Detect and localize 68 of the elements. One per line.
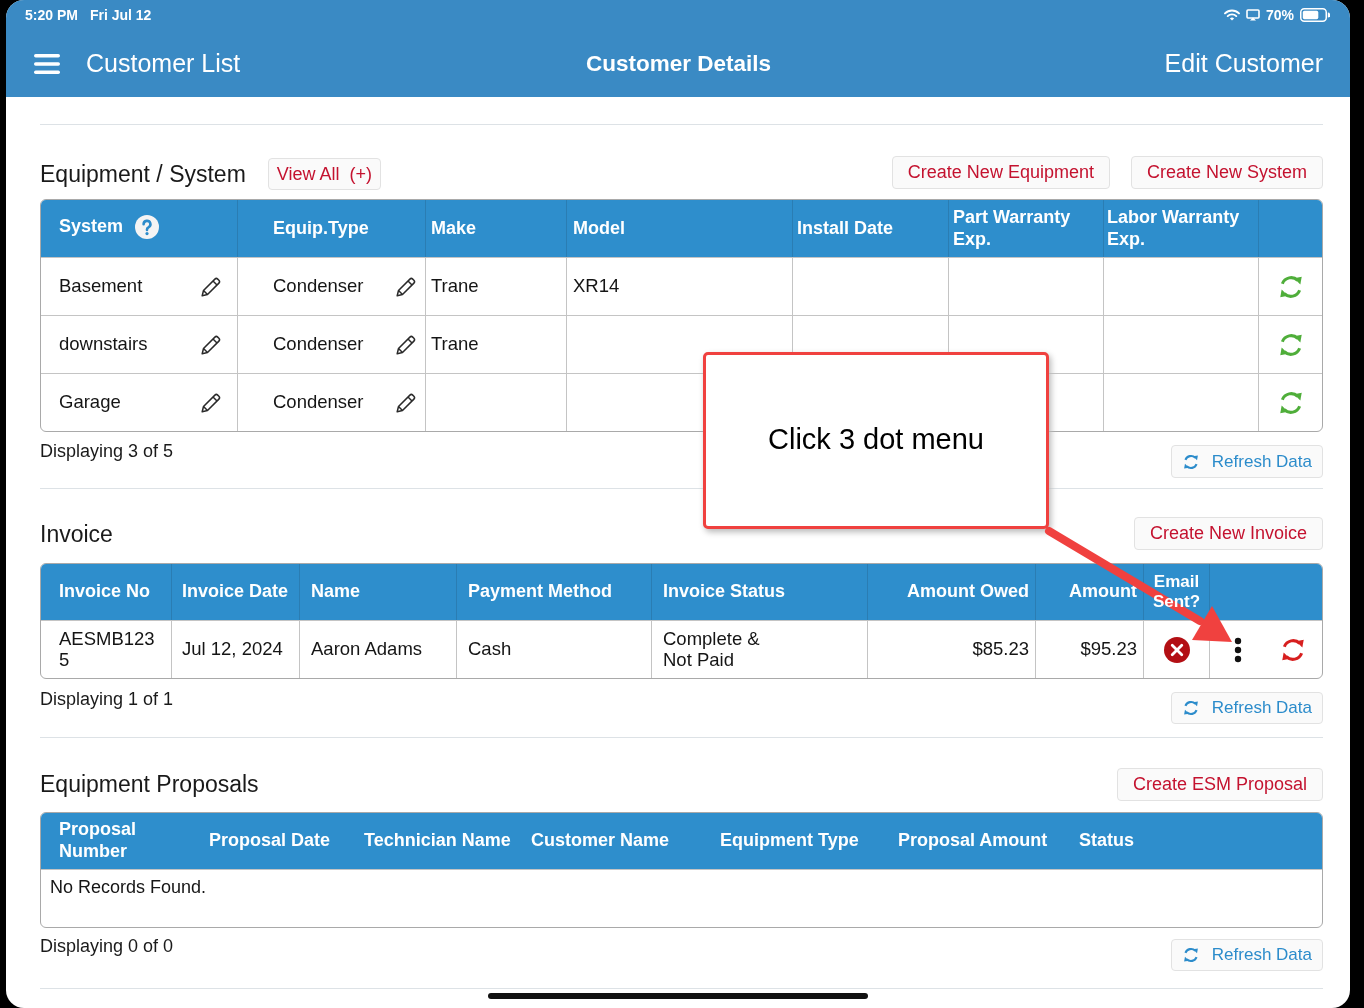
status-time: 5:20 PM	[25, 7, 78, 23]
column-header: Invoice No	[59, 581, 151, 603]
record-count: Displaying 0 of 0	[40, 936, 174, 957]
table-cell: Condenser	[273, 276, 364, 297]
table-cell-text: AESMB1235	[59, 628, 156, 671]
table-cell: Basement	[59, 276, 143, 297]
table-cell: Condenser	[273, 334, 364, 355]
table-cell: Garage	[59, 392, 121, 413]
table-cell: $95.23	[1080, 639, 1137, 660]
menu-icon[interactable]	[34, 53, 60, 74]
create-button[interactable]: Create ESM Proposal	[1116, 768, 1323, 801]
table-cell: $85.23	[972, 639, 1029, 660]
vertical-dots-icon[interactable]	[1234, 636, 1242, 663]
sync-icon	[1181, 699, 1200, 717]
table-cell: Aaron Adams	[311, 639, 423, 660]
help-icon[interactable]	[135, 214, 160, 239]
table-cell: Cash	[468, 639, 512, 660]
record-count: Displaying 3 of 5	[40, 441, 174, 462]
column-header: Name	[311, 581, 361, 603]
table-cell: Condenser	[273, 392, 364, 413]
column-header: Equip.Type	[273, 217, 369, 240]
create-button[interactable]: Create New System	[1130, 156, 1323, 189]
table-cell: Complete & Not Paid	[663, 628, 760, 671]
section-title: Invoice	[40, 520, 113, 548]
column-header: Amount Owed	[907, 581, 1029, 603]
column-header: Install Date	[797, 217, 894, 240]
refresh-button[interactable]: Refresh Data	[1170, 692, 1323, 724]
create-button[interactable]: Create New Invoice	[1133, 517, 1323, 550]
battery-percent: 70%	[1265, 7, 1294, 23]
column-header: Proposal Number	[59, 819, 138, 863]
refresh-button[interactable]: Refresh Data	[1170, 445, 1323, 478]
callout-box: Click 3 dot menu	[703, 352, 1049, 529]
nav-link[interactable]: Customer List	[86, 49, 241, 78]
column-header: Invoice Date	[182, 581, 289, 603]
refresh-button[interactable]: Refresh Data	[1170, 939, 1323, 971]
column-header: Model	[573, 217, 625, 240]
column-header: Invoice Status	[663, 581, 786, 603]
column-header: Labor Warranty Exp.	[1107, 206, 1241, 251]
record-count: Displaying 1 of 1	[40, 689, 174, 710]
sync-icon	[1181, 946, 1200, 964]
column-header: Amount	[1069, 581, 1137, 603]
sync-icon	[1181, 452, 1200, 471]
column-header: Proposal Date	[209, 830, 331, 852]
section-title: Equipment / System	[40, 160, 246, 188]
column-header: Technician Name	[364, 830, 511, 852]
table-cell: Trane	[431, 334, 479, 355]
wifi-icon	[1223, 9, 1240, 21]
table-cell: XR14	[573, 276, 620, 297]
column-header: System	[59, 215, 124, 238]
column-header: Customer Name	[531, 830, 670, 852]
column-header: Make	[431, 217, 477, 240]
battery-icon	[1300, 8, 1330, 22]
table-cell: Jul 12, 2024	[182, 639, 283, 660]
nav-title: Customer Details	[585, 50, 772, 77]
table-cell: Trane	[431, 276, 479, 297]
view-all-button[interactable]: View All (+)	[267, 158, 381, 190]
empty-message: No Records Found.	[50, 877, 207, 897]
section-title: Equipment Proposals	[40, 771, 259, 798]
nav-action-link[interactable]: Edit Customer	[1164, 49, 1323, 78]
column-header: Part Warranty Exp.	[953, 206, 1072, 251]
column-header: Payment Method	[468, 581, 613, 603]
create-button[interactable]: Create New Equipment	[891, 156, 1110, 189]
table-cell: downstairs	[59, 334, 148, 355]
status-date: Fri Jul 12	[89, 7, 152, 23]
column-header: Proposal Amount	[898, 830, 1048, 852]
monitor-icon	[1245, 9, 1260, 21]
column-header: Equipment Type	[720, 830, 859, 852]
column-header: Status	[1079, 830, 1134, 852]
